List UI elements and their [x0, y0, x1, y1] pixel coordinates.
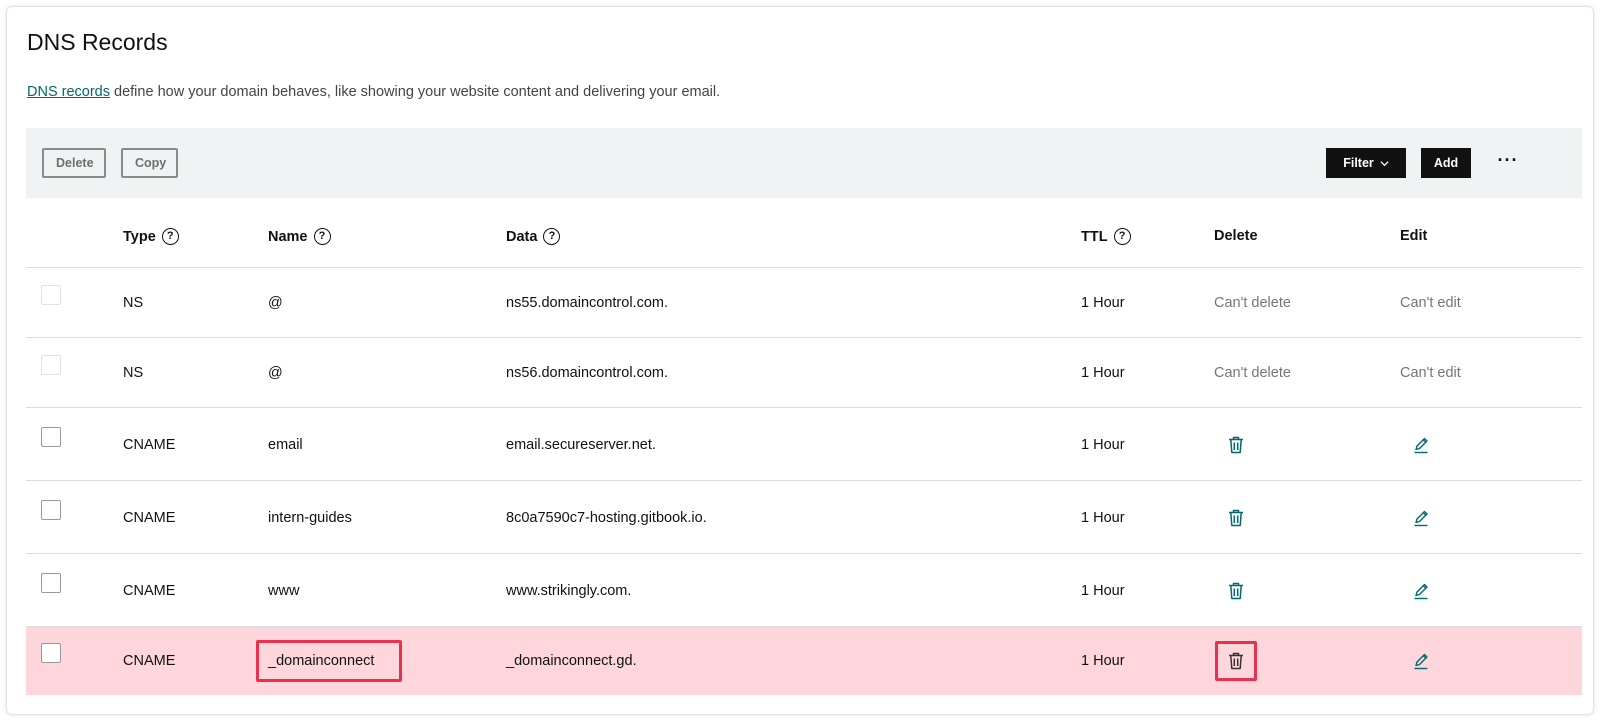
record-name: www [268, 582, 300, 599]
dns-records-table: Type ? Name ? Data ? TTL ? Delete Edit N… [26, 202, 1582, 695]
row-checkbox[interactable] [41, 572, 61, 593]
cant-edit-label: Can't edit [1400, 295, 1461, 311]
row-checkbox[interactable] [41, 499, 61, 520]
dns-records-link[interactable]: DNS records [27, 84, 110, 100]
trash-highlight-box [1215, 641, 1257, 681]
record-type: CNAME [123, 653, 176, 669]
record-ttl: 1 Hour [1081, 582, 1125, 599]
record-type: NS [123, 365, 144, 381]
record-data: email.secureserver.net. [506, 436, 656, 453]
record-name: intern-guides [268, 509, 352, 526]
record-name: email [268, 436, 303, 453]
column-header-delete: Delete [1214, 228, 1258, 244]
table-row: CNAME intern-guides 8c0a7590c7-hosting.git… [26, 481, 1582, 554]
table-row: NS @ ns56.domaincontrol.com. 1 Hour Can't de… [26, 338, 1582, 408]
column-header-type: Type ? [123, 228, 179, 245]
delete-button[interactable]: Delete [42, 148, 106, 178]
record-type: CNAME [123, 436, 176, 453]
records-toolbar: Delete Copy Filter Add ··· [26, 128, 1582, 198]
record-ttl: 1 Hour [1081, 295, 1125, 311]
record-type: NS [123, 295, 144, 311]
help-icon[interactable]: ? [543, 228, 561, 245]
copy-button[interactable]: Copy [121, 148, 178, 178]
record-type: CNAME [123, 509, 176, 526]
trash-icon[interactable] [1225, 434, 1247, 456]
row-checkbox[interactable] [41, 355, 61, 375]
row-checkbox[interactable] [41, 426, 61, 447]
record-ttl: 1 Hour [1081, 436, 1125, 453]
pencil-icon[interactable] [1410, 434, 1432, 456]
table-row: CNAME _domainconnect _domainconnect.gd. 1 H… [26, 627, 1582, 695]
record-data: www.strikingly.com. [506, 582, 632, 599]
column-header-data: Data ? [506, 228, 561, 245]
name-highlight-box [256, 640, 402, 682]
record-data: ns55.domaincontrol.com. [506, 295, 668, 311]
record-name: @ [268, 365, 283, 381]
column-label: Type [123, 228, 156, 245]
trash-icon[interactable] [1225, 580, 1247, 602]
row-checkbox[interactable] [41, 643, 61, 663]
record-data: _domainconnect.gd. [506, 653, 637, 669]
filter-button[interactable]: Filter [1326, 148, 1406, 178]
record-name: @ [268, 295, 283, 311]
add-button[interactable]: Add [1421, 148, 1471, 178]
chevron-down-icon [1380, 160, 1389, 166]
table-row: NS @ ns55.domaincontrol.com. 1 Hour Can't de… [26, 268, 1582, 338]
table-header: Type ? Name ? Data ? TTL ? Delete Edit [26, 202, 1582, 268]
column-label: TTL [1081, 228, 1108, 245]
trash-icon[interactable] [1225, 507, 1247, 529]
record-type: CNAME [123, 582, 176, 599]
column-header-edit: Edit [1400, 228, 1427, 244]
intro-text: DNS records define how your domain behav… [27, 84, 720, 100]
dns-records-panel: DNS Records DNS records define how your … [6, 6, 1594, 715]
column-label: Delete [1214, 228, 1258, 244]
pencil-icon[interactable] [1410, 580, 1432, 602]
pencil-icon[interactable] [1410, 650, 1432, 672]
column-label: Data [506, 228, 538, 245]
column-label: Edit [1400, 228, 1428, 244]
filter-label: Filter [1343, 156, 1374, 170]
column-header-ttl: TTL ? [1081, 228, 1131, 245]
record-data: 8c0a7590c7-hosting.gitbook.io. [506, 509, 707, 526]
cant-delete-label: Can't delete [1214, 365, 1291, 381]
cant-edit-label: Can't edit [1400, 365, 1461, 381]
column-header-name: Name ? [268, 228, 331, 245]
table-body: NS @ ns55.domaincontrol.com. 1 Hour Can't de… [26, 268, 1582, 695]
intro-rest: define how your domain behaves, like sho… [110, 84, 721, 100]
column-label: Name [268, 228, 308, 245]
record-ttl: 1 Hour [1081, 653, 1125, 669]
row-checkbox[interactable] [41, 285, 61, 305]
more-options-icon[interactable]: ··· [1496, 150, 1520, 176]
help-icon[interactable]: ? [1113, 228, 1131, 245]
help-icon[interactable]: ? [313, 228, 331, 245]
table-row: CNAME www www.strikingly.com. 1 Hour [26, 554, 1582, 627]
cant-delete-label: Can't delete [1214, 295, 1291, 311]
page-title: DNS Records [27, 29, 168, 55]
table-row: CNAME email email.secureserver.net. 1 Hour [26, 408, 1582, 481]
help-icon[interactable]: ? [161, 228, 179, 245]
record-ttl: 1 Hour [1081, 365, 1125, 381]
record-data: ns56.domaincontrol.com. [506, 365, 668, 381]
record-ttl: 1 Hour [1081, 509, 1125, 526]
pencil-icon[interactable] [1410, 507, 1432, 529]
